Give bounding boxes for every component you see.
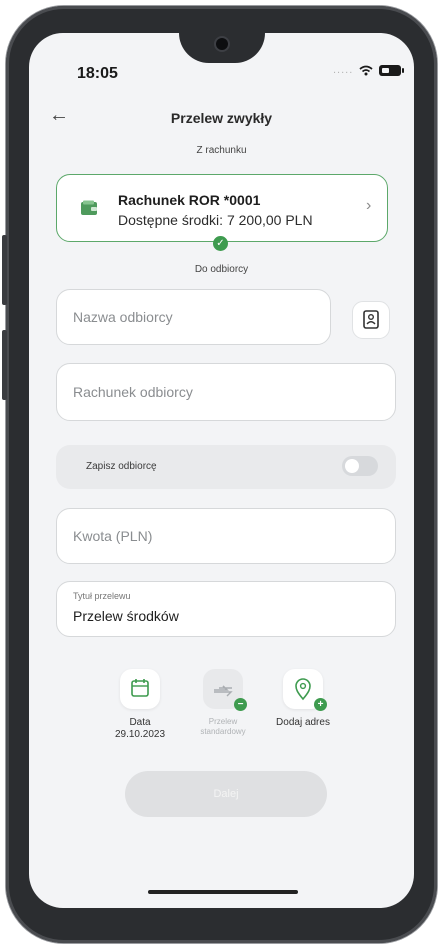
save-recipient-label: Zapisz odbiorcę	[86, 461, 157, 472]
wallet-icon	[81, 200, 97, 215]
transfer-title-value: Przelew środków	[73, 608, 179, 624]
save-recipient-row: Zapisz odbiorcę	[56, 445, 396, 489]
calendar-icon	[131, 679, 149, 697]
contact-book-icon	[363, 310, 379, 329]
screen: 18:05 ..... ← Przelew zwykły Z rachunku …	[29, 33, 414, 908]
status-icons: .....	[333, 64, 405, 76]
add-address-label: Dodaj adres	[276, 717, 330, 728]
add-address-option[interactable]: + Dodaj adres	[248, 669, 358, 729]
source-account-card[interactable]: Rachunek ROR *0001 Dostępne środki: 7 20…	[56, 174, 388, 242]
account-name: Rachunek ROR *0001	[118, 192, 261, 208]
transfer-title-label: Tytuł przelewu	[73, 591, 131, 601]
recipient-account-placeholder: Rachunek odbiorcy	[73, 384, 193, 400]
recipient-name-placeholder: Nazwa odbiorcy	[73, 309, 173, 325]
from-account-label: Z rachunku	[196, 145, 247, 156]
date-option-tile	[120, 669, 160, 709]
add-address-tile: +	[283, 669, 327, 711]
save-recipient-toggle[interactable]	[342, 456, 378, 476]
next-button[interactable]: Dalej	[125, 771, 327, 817]
power-button	[2, 330, 7, 400]
add-badge-icon: +	[314, 698, 327, 711]
status-time: 18:05	[77, 65, 118, 82]
battery-icon	[379, 64, 405, 76]
contacts-button[interactable]	[352, 301, 390, 339]
amount-placeholder: Kwota (PLN)	[73, 528, 153, 544]
chevron-right-icon: ›	[366, 197, 372, 214]
remove-badge-icon: −	[234, 698, 247, 711]
recipient-name-field[interactable]: Nazwa odbiorcy	[56, 289, 331, 345]
wifi-icon	[359, 65, 373, 75]
amount-field[interactable]: Kwota (PLN)	[56, 508, 396, 564]
to-recipient-label: Do odbiorcy	[194, 264, 249, 275]
volume-button	[2, 235, 7, 305]
account-balance: Dostępne środki: 7 200,00 PLN	[118, 212, 313, 228]
recipient-account-field[interactable]: Rachunek odbiorcy	[56, 363, 396, 421]
home-indicator[interactable]	[148, 890, 298, 894]
transfer-type-tile: −	[203, 669, 247, 711]
signal-dots: .....	[333, 64, 354, 76]
page-title: Przelew zwykły	[170, 110, 273, 126]
front-camera	[216, 38, 228, 50]
transfer-title-field[interactable]: Tytuł przelewu Przelew środków	[56, 581, 396, 637]
check-icon: ✓	[213, 236, 228, 251]
